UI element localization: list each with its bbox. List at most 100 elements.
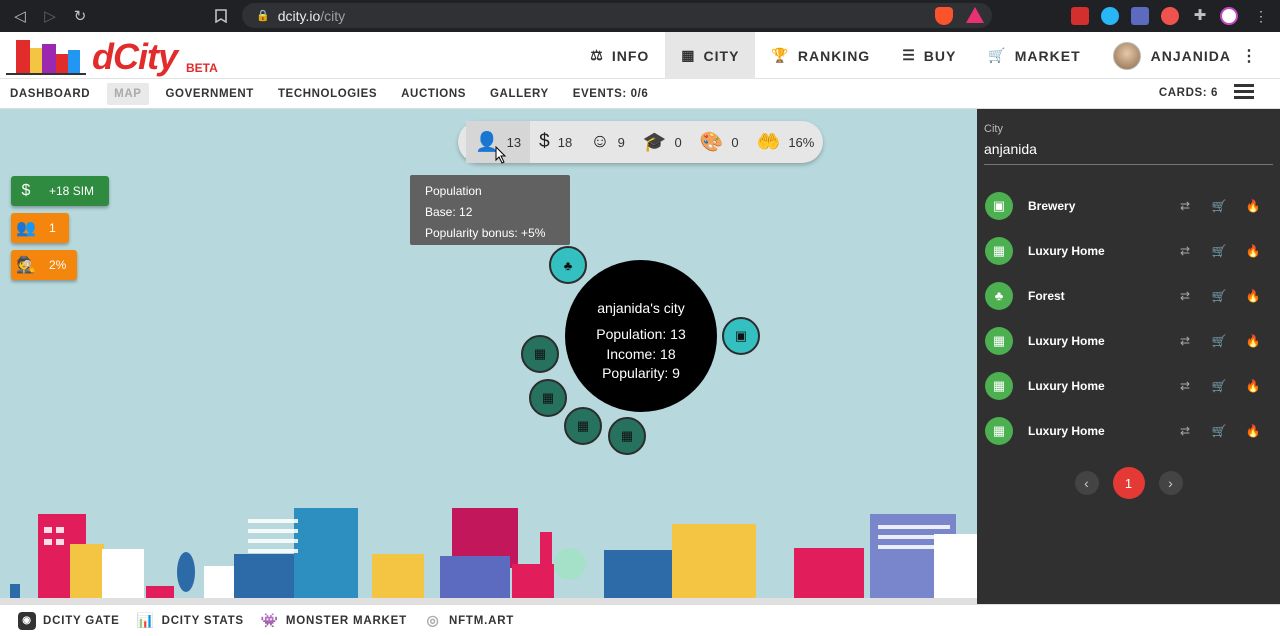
cart-icon[interactable]: 🛒: [1202, 199, 1236, 213]
back-icon[interactable]: ◁: [10, 6, 30, 26]
tab-map[interactable]: MAP: [107, 82, 149, 105]
extension-blue-icon[interactable]: [1101, 7, 1119, 25]
forward-icon[interactable]: ▷: [40, 6, 60, 26]
transfer-icon[interactable]: ⇄: [1168, 334, 1202, 348]
nav-info[interactable]: ⚖ INFO: [574, 32, 665, 79]
nav-user-label: ANJANIDA: [1150, 47, 1231, 64]
burn-icon[interactable]: 🔥: [1236, 379, 1270, 393]
luxury-home-bubble[interactable]: ▦: [521, 335, 559, 373]
cart-icon[interactable]: 🛒: [1202, 289, 1236, 303]
card-name: Forest: [1028, 288, 1065, 303]
transfer-icon[interactable]: ⇄: [1168, 289, 1202, 303]
nav-market[interactable]: 🛒 MARKET: [972, 32, 1096, 79]
reload-icon[interactable]: ↻: [70, 6, 90, 26]
people-button[interactable]: 👥 1: [11, 213, 69, 243]
nav-city[interactable]: ▦ CITY: [665, 32, 756, 79]
cart-icon[interactable]: 🛒: [1202, 424, 1236, 438]
cards-count: CARDS: 6: [1158, 87, 1218, 99]
tooltip-title: Population: [425, 184, 482, 198]
extension-chart-icon[interactable]: [1131, 7, 1149, 25]
extension-red-icon[interactable]: [1071, 7, 1089, 25]
burn-icon[interactable]: 🔥: [1236, 424, 1270, 438]
nav-ranking[interactable]: 🏆 RANKING: [755, 32, 886, 79]
card-name: Brewery: [1028, 198, 1076, 213]
brave-shield-icon[interactable]: [935, 7, 953, 25]
more-vert-icon[interactable]: ⋮: [1241, 46, 1258, 66]
next-page-icon[interactable]: ›: [1158, 471, 1183, 495]
city-summary-circle[interactable]: anjanida's city Population: 13 Income: 1…: [565, 260, 717, 412]
puzzle-icon[interactable]: ✚: [1191, 7, 1209, 25]
sub-nav: DASHBOARD MAP GOVERNMENT TECHNOLOGIES AU…: [0, 79, 1280, 109]
page-number-button[interactable]: 1: [1112, 467, 1145, 499]
tab-dashboard[interactable]: DASHBOARD: [3, 83, 97, 105]
card-name: Luxury Home: [1028, 423, 1105, 438]
burn-icon[interactable]: 🔥: [1236, 199, 1270, 213]
burn-icon[interactable]: 🔥: [1236, 334, 1270, 348]
footer-links: ◉ DCITY GATE 📊 DCITY STATS 👾 MONSTER MARKET…: [0, 604, 1280, 636]
card-name: Luxury Home: [1028, 333, 1105, 348]
crime-button[interactable]: 🕵 2%: [11, 250, 77, 280]
tab-events[interactable]: EVENTS: 0/6: [566, 83, 656, 105]
brewery-bubble[interactable]: ▣: [722, 317, 760, 355]
tab-gallery[interactable]: GALLERY: [483, 83, 556, 105]
stat-population-value: 13: [506, 134, 522, 150]
transfer-icon[interactable]: ⇄: [1168, 199, 1202, 213]
bookmark-icon[interactable]: [211, 6, 231, 26]
transfer-icon[interactable]: ⇄: [1168, 379, 1202, 393]
cart-icon[interactable]: 🛒: [1202, 379, 1236, 393]
palette-icon: 🎨: [699, 132, 724, 153]
profile-g-icon[interactable]: [1220, 7, 1238, 25]
card-row[interactable]: ▦ Luxury Home ⇄ 🛒 🔥: [977, 363, 1280, 408]
dcity-logo[interactable]: dCity BETA: [6, 34, 218, 77]
stat-income[interactable]: $18: [530, 121, 581, 163]
tab-auctions[interactable]: AUCTIONS: [394, 83, 473, 105]
dollar-icon: $: [539, 131, 550, 152]
balance-scale-icon: ⚖: [590, 47, 604, 63]
footer-dcity-gate[interactable]: ◉ DCITY GATE: [18, 611, 120, 630]
burn-icon[interactable]: 🔥: [1236, 244, 1270, 258]
nav-buy[interactable]: ☰ BUY: [886, 32, 972, 79]
card-row[interactable]: ▦ Luxury Home ⇄ 🛒 🔥: [977, 318, 1280, 363]
stat-tax[interactable]: 🤲 16%: [748, 121, 824, 163]
card-row[interactable]: ▦ Luxury Home ⇄ 🛒 🔥: [977, 408, 1280, 453]
card-row[interactable]: ♣ Forest ⇄ 🛒 🔥: [977, 273, 1280, 318]
cart-icon[interactable]: 🛒: [1202, 334, 1236, 348]
footer-dcity-stats[interactable]: 📊 DCITY STATS: [136, 612, 244, 630]
stat-education-value: 0: [674, 134, 682, 150]
menu-dots-icon[interactable]: ⋮: [1252, 7, 1270, 25]
hamburger-menu-icon[interactable]: [1234, 84, 1254, 100]
luxury-home-bubble[interactable]: ▦: [608, 417, 646, 455]
crime-label: 2%: [49, 258, 67, 272]
card-row[interactable]: ▣ Brewery ⇄ 🛒 🔥: [977, 183, 1280, 228]
logo-text: dCity: [92, 36, 178, 77]
city-name-input[interactable]: anjanida: [984, 141, 1037, 157]
nav-info-label: INFO: [611, 47, 650, 64]
cart-icon[interactable]: 🛒: [1202, 244, 1236, 258]
city-population: Population: 13: [596, 326, 686, 342]
tab-government[interactable]: GOVERNMENT: [159, 83, 261, 105]
stat-popularity[interactable]: ☺ 9: [581, 121, 634, 163]
nav-user[interactable]: ANJANIDA ⋮: [1097, 32, 1262, 79]
city-icon: ▦: [985, 416, 1013, 445]
luxury-home-bubble[interactable]: ▦: [529, 379, 567, 417]
card-row[interactable]: ▦ Luxury Home ⇄ 🛒 🔥: [977, 228, 1280, 273]
luxury-home-bubble[interactable]: ▦: [564, 407, 602, 445]
address-bar[interactable]: 🔒 dcity.io/city: [242, 3, 992, 28]
tab-technologies[interactable]: TECHNOLOGIES: [271, 83, 384, 105]
brave-rewards-icon[interactable]: [966, 7, 984, 23]
footer-monster-market[interactable]: 👾 MONSTER MARKET: [261, 612, 407, 630]
stat-education[interactable]: 🎓 0: [634, 121, 691, 163]
city-popularity: Popularity: 9: [602, 365, 680, 381]
url-path: /city: [320, 7, 346, 24]
prev-page-icon[interactable]: ‹: [1074, 471, 1099, 495]
extension-rocket-icon[interactable]: [1161, 7, 1179, 25]
burn-icon[interactable]: 🔥: [1236, 289, 1270, 303]
forest-bubble[interactable]: ♣: [549, 246, 587, 284]
footer-nftm-art[interactable]: ◎ NFTM.ART: [424, 612, 514, 630]
transfer-icon[interactable]: ⇄: [1168, 244, 1202, 258]
stat-creativity[interactable]: 🎨 0: [691, 121, 748, 163]
transfer-icon[interactable]: ⇄: [1168, 424, 1202, 438]
graduation-cap-icon: 🎓: [642, 132, 667, 153]
sim-income-button[interactable]: $ +18 SIM: [11, 176, 109, 206]
avatar: [1112, 41, 1141, 70]
